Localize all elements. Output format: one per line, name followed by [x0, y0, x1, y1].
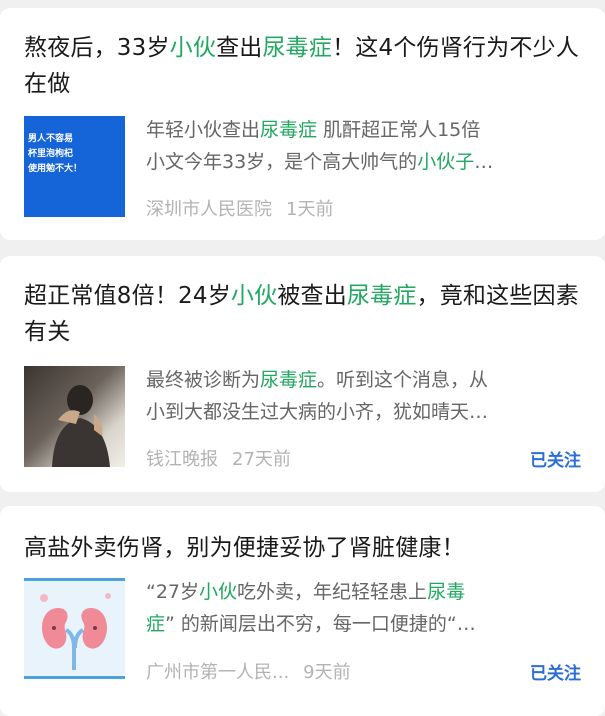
article-card[interactable]: 熬夜后，33岁小伙查出尿毒症！这4个伤肾行为不少人在做 男人不容易 杯里泡枸杞 …	[0, 8, 605, 240]
article-thumbnail[interactable]: 男人不容易 杯里泡枸杞 使用勉不大！	[24, 116, 125, 217]
article-source: 钱江晚报	[146, 449, 218, 470]
article-summary: 最终被诊断为尿毒症。听到这个消息，从 小到大都没生过大病的小齐，犹如晴天…	[146, 369, 489, 423]
article-title[interactable]: 高盐外卖伤肾，别为便捷妥协了肾脏健康！	[24, 530, 583, 566]
article-time: 27天前	[232, 449, 291, 470]
article-thumbnail[interactable]	[24, 578, 125, 679]
article-meta: 钱江晚报 27天前	[146, 445, 291, 471]
article-meta: 深圳市人民医院 1天前	[146, 195, 333, 221]
kidney-illustration-icon	[24, 578, 125, 679]
article-summary: “27岁小伙吃外卖，年纪轻轻患上尿毒 症” 的新闻层出不穷，每一口便捷的“…	[146, 581, 476, 635]
article-card[interactable]: 高盐外卖伤肾，别为便捷妥协了肾脏健康！ “27岁小伙吃外卖，年纪轻轻患上尿毒 症…	[0, 506, 605, 716]
article-source: 广州市第一人民...	[146, 662, 290, 683]
article-title[interactable]: 熬夜后，33岁小伙查出尿毒症！这4个伤肾行为不少人在做	[24, 30, 583, 102]
article-time: 1天前	[286, 199, 334, 220]
article-source: 深圳市人民医院	[146, 199, 272, 220]
article-time: 9天前	[303, 662, 351, 683]
follow-status-button[interactable]: 已关注	[530, 446, 581, 471]
article-thumbnail[interactable]	[24, 366, 125, 467]
person-photo-icon	[52, 385, 110, 467]
article-title[interactable]: 超正常值8倍！24岁小伙被查出尿毒症，竟和这些因素有关	[24, 278, 583, 350]
article-card[interactable]: 超正常值8倍！24岁小伙被查出尿毒症，竟和这些因素有关 最终被诊断为尿毒症。听到…	[0, 256, 605, 492]
article-meta: 广州市第一人民... 9天前	[146, 658, 351, 684]
article-summary: 年轻小伙查出尿毒症 肌酐超正常人15倍 小文今年33岁，是个高大帅气的小伙子…	[146, 119, 494, 173]
follow-status-button[interactable]: 已关注	[530, 659, 581, 684]
